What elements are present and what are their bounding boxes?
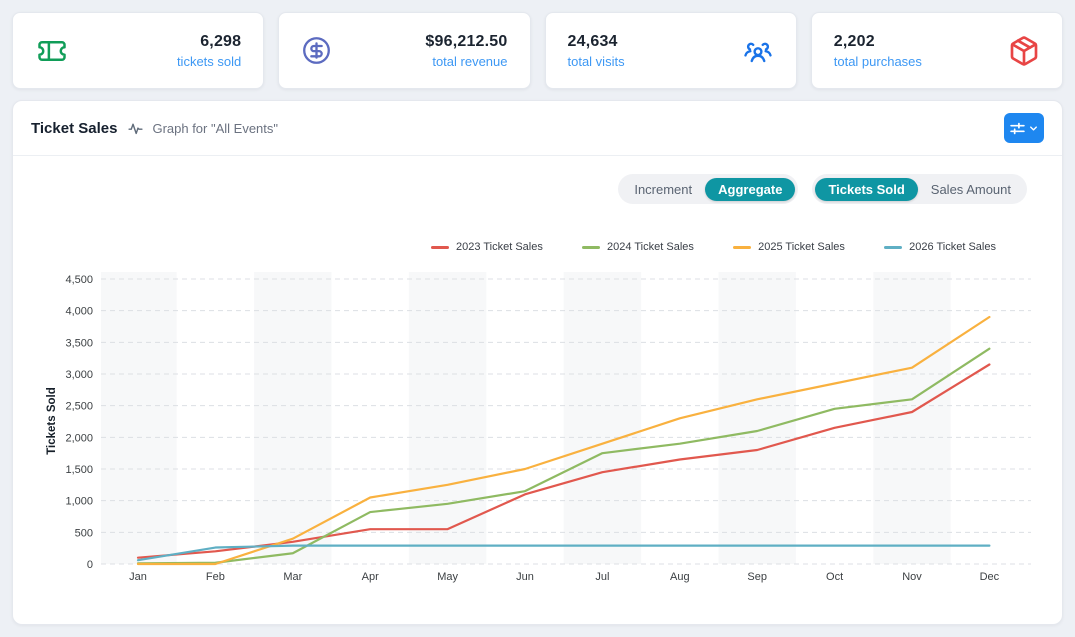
toggle-option-tickets-sold[interactable]: Tickets Sold [815, 178, 917, 201]
legend-color-dash [431, 246, 449, 249]
svg-text:2,500: 2,500 [65, 401, 93, 413]
stat-card-total-purchases: 2,202 total purchases [811, 12, 1063, 89]
legend-item[interactable]: 2023 Ticket Sales [431, 241, 543, 253]
toggle-group-mode: Increment Aggregate [618, 174, 798, 204]
svg-text:Oct: Oct [826, 571, 843, 583]
panel-subtitle: Graph for "All Events" [152, 121, 278, 136]
chart-toggles: Increment Aggregate Tickets Sold Sales A… [618, 174, 1027, 204]
svg-text:500: 500 [75, 527, 93, 539]
ticket-icon [35, 36, 69, 66]
activity-icon [127, 120, 144, 137]
stat-value: 2,202 [834, 33, 922, 51]
stat-label: total purchases [834, 54, 922, 69]
legend-color-dash [582, 246, 600, 249]
stat-label: total visits [568, 54, 625, 69]
svg-text:Mar: Mar [283, 571, 302, 583]
svg-text:1,500: 1,500 [65, 464, 93, 476]
chart-filter-button[interactable] [1004, 113, 1044, 143]
svg-text:Aug: Aug [670, 571, 690, 583]
svg-text:Dec: Dec [980, 571, 1000, 583]
package-icon [1008, 35, 1040, 67]
svg-text:4,000: 4,000 [65, 306, 93, 318]
stat-card-tickets-sold: 6,298 tickets sold [12, 12, 264, 89]
legend-label: 2026 Ticket Sales [909, 241, 996, 253]
svg-text:3,000: 3,000 [65, 369, 93, 381]
sliders-icon [1009, 120, 1026, 137]
svg-text:May: May [437, 571, 458, 583]
svg-text:Feb: Feb [206, 571, 225, 583]
svg-text:Apr: Apr [362, 571, 379, 583]
toggle-option-increment[interactable]: Increment [621, 178, 705, 201]
stat-label: total revenue [425, 54, 507, 69]
stat-label: tickets sold [177, 54, 241, 69]
svg-text:Jan: Jan [129, 571, 147, 583]
svg-text:Jul: Jul [595, 571, 609, 583]
stat-card-total-visits: 24,634 total visits [545, 12, 797, 89]
ticket-sales-panel: Ticket Sales Graph for "All Events" Incr… [12, 100, 1063, 625]
stat-value: $96,212.50 [425, 33, 507, 51]
panel-title: Ticket Sales [31, 120, 117, 137]
legend-color-dash [733, 246, 751, 249]
legend-color-dash [884, 246, 902, 249]
svg-text:Sep: Sep [747, 571, 767, 583]
chart-legend: 2023 Ticket Sales 2024 Ticket Sales 2025 T… [431, 241, 996, 253]
toggle-option-sales-amount[interactable]: Sales Amount [918, 178, 1024, 201]
svg-text:Jun: Jun [516, 571, 534, 583]
legend-label: 2025 Ticket Sales [758, 241, 845, 253]
stat-value: 24,634 [568, 33, 625, 51]
chevron-down-icon [1028, 123, 1039, 134]
svg-text:2,000: 2,000 [65, 432, 93, 444]
legend-item[interactable]: 2024 Ticket Sales [582, 241, 694, 253]
svg-text:1,000: 1,000 [65, 496, 93, 508]
toggle-option-aggregate[interactable]: Aggregate [705, 178, 795, 201]
stat-value: 6,298 [177, 33, 241, 51]
legend-item[interactable]: 2026 Ticket Sales [884, 241, 996, 253]
panel-header: Ticket Sales Graph for "All Events" [13, 101, 1062, 156]
stat-card-total-revenue: $96,212.50 total revenue [278, 12, 530, 89]
legend-label: 2023 Ticket Sales [456, 241, 543, 253]
legend-label: 2024 Ticket Sales [607, 241, 694, 253]
dollar-circle-icon [301, 35, 332, 66]
legend-item[interactable]: 2025 Ticket Sales [733, 241, 845, 253]
svg-text:Tickets Sold: Tickets Sold [46, 387, 58, 455]
ticket-sales-line-chart[interactable]: 0 500 1,000 1,500 2,000 2,500 3,000 3,500 4,000 4… [41, 263, 1041, 593]
stat-cards-row: 6,298 tickets sold $96,212.50 total reve… [12, 12, 1063, 89]
svg-text:4,500: 4,500 [65, 274, 93, 286]
svg-text:3,500: 3,500 [65, 337, 93, 349]
users-icon [742, 36, 774, 66]
svg-text:Nov: Nov [902, 571, 922, 583]
toggle-group-metric: Tickets Sold Sales Amount [812, 174, 1027, 204]
svg-text:0: 0 [87, 559, 93, 571]
